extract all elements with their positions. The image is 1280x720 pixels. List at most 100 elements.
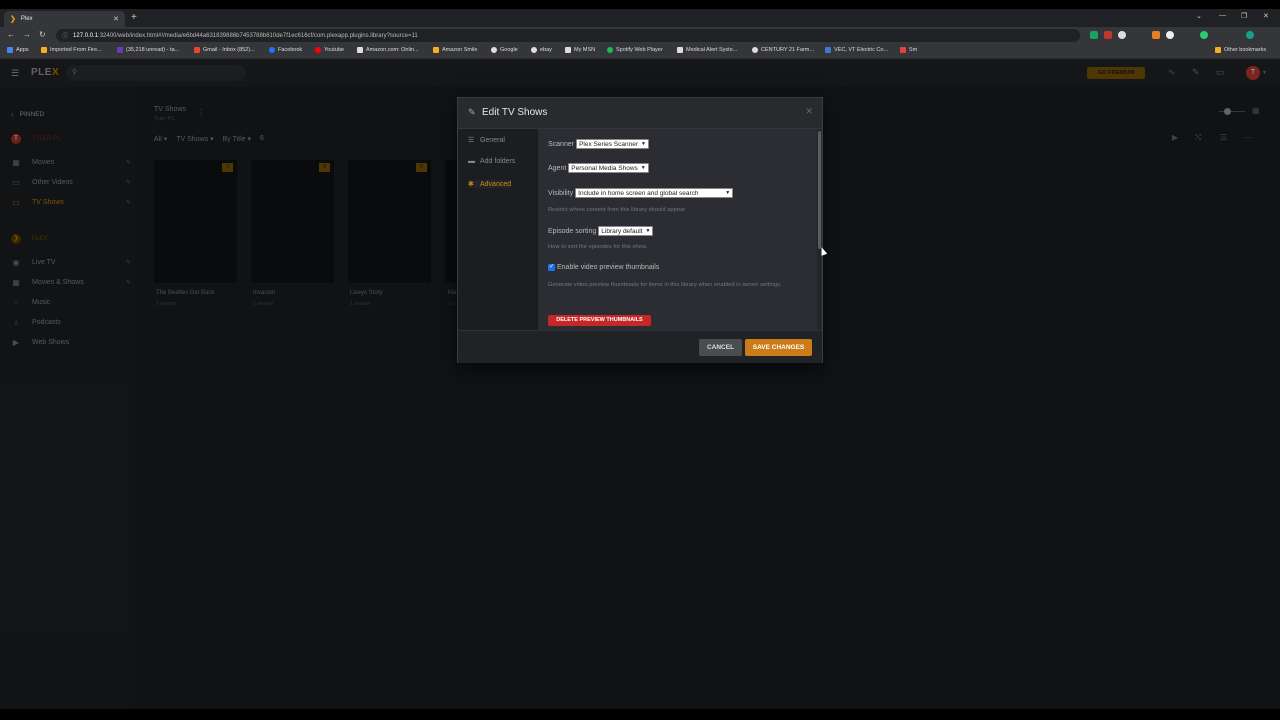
bookmark[interactable]: Amazon Smile xyxy=(433,47,477,53)
browser-toolbar: ← → ↻ ⓘ 127.0.0.1 :32400/web/index.html#… xyxy=(0,27,1280,44)
info-icon[interactable]: ⓘ xyxy=(62,31,68,40)
extension-icon[interactable] xyxy=(1104,31,1112,39)
address-bar[interactable]: ⓘ 127.0.0.1 :32400/web/index.html#!/medi… xyxy=(56,29,1080,42)
episode-sorting-row: Episode sorting Library default ▼ xyxy=(548,226,654,236)
tab-close-icon[interactable]: ✕ xyxy=(113,15,119,23)
bookmark[interactable]: Gmail - Inbox (852)... xyxy=(194,47,255,53)
modal-body: Scanner Plex Series Scanner ▼ Agent Perso… xyxy=(538,129,822,330)
visibility-label: Visibility xyxy=(548,189,574,197)
bookmark[interactable]: My MSN xyxy=(565,47,595,53)
modal-footer: CANCEL SAVE CHANGES xyxy=(458,330,822,363)
forward-icon[interactable]: → xyxy=(23,30,31,39)
folder-icon xyxy=(41,47,47,53)
vec-icon xyxy=(825,47,831,53)
scanner-label: Scanner xyxy=(548,140,575,148)
back-icon[interactable]: ← xyxy=(7,30,15,39)
modal-title: Edit TV Shows xyxy=(482,107,548,118)
bookmark[interactable]: Imported From Fire... xyxy=(41,47,102,53)
episode-sorting-select[interactable]: Library default ▼ xyxy=(598,226,654,236)
bookmark[interactable]: Apps xyxy=(7,47,29,53)
bookmark[interactable]: Amazon.com: Onlin... xyxy=(357,47,419,53)
bookmark[interactable]: Sm xyxy=(900,47,917,53)
extension-icon[interactable] xyxy=(1090,31,1098,39)
close-icon[interactable]: ✕ xyxy=(805,106,813,117)
thumbnails-checkbox[interactable]: ✓ xyxy=(548,264,555,271)
bookmark[interactable]: Medical Alert Syste... xyxy=(677,47,737,53)
chevron-down-icon: ▼ xyxy=(645,227,651,234)
modal-header: ✎ Edit TV Shows ✕ xyxy=(458,98,822,129)
youtube-icon xyxy=(315,47,321,53)
tab-search-icon[interactable]: ⌄ xyxy=(1196,12,1202,20)
tab-advanced[interactable]: ✱ Advanced xyxy=(468,180,512,188)
medical-alert-icon xyxy=(677,47,683,53)
thumbnails-help: Generate video preview thumbnails for it… xyxy=(548,282,782,288)
apps-icon xyxy=(7,47,13,53)
bookmark[interactable]: Spotify Web Player xyxy=(607,47,663,53)
gear-icon: ✱ xyxy=(468,181,474,188)
close-window-icon[interactable]: ✕ xyxy=(1263,12,1269,20)
bookmark[interactable]: VEC, VT Electric Co... xyxy=(825,47,888,53)
modal-nav: ☰ General ▬ Add folders ✱ Advanced xyxy=(458,129,538,330)
agent-label: Agent xyxy=(548,164,567,172)
thumbnails-row: ✓ Enable video preview thumbnails xyxy=(548,264,659,271)
chevron-down-icon: ▼ xyxy=(725,189,731,196)
ebay-icon xyxy=(531,47,537,53)
episode-sorting-help: How to sort the episodes for this show. xyxy=(548,244,648,250)
episode-sorting-label: Episode sorting xyxy=(548,227,597,235)
profile-icon[interactable] xyxy=(1246,31,1254,39)
browser-window: ❯ Plex ✕ + ⌄ — ❐ ✕ ← → ↻ ⓘ 127.0.0.1 :32… xyxy=(0,9,1280,709)
restore-icon[interactable]: ❐ xyxy=(1241,12,1247,20)
spotify-icon xyxy=(607,47,613,53)
extension-icon[interactable] xyxy=(1200,31,1208,39)
scrollbar-thumb[interactable] xyxy=(818,131,821,249)
yahoo-icon xyxy=(117,47,123,53)
visibility-row: Visibility Include in home screen and gl… xyxy=(548,188,734,198)
other-bookmarks[interactable]: Other bookmarks xyxy=(1215,47,1266,53)
save-changes-button[interactable]: SAVE CHANGES xyxy=(745,339,812,356)
reload-icon[interactable]: ↻ xyxy=(39,30,46,39)
msn-icon xyxy=(565,47,571,53)
bookmark[interactable]: Google xyxy=(491,47,518,53)
agent-select[interactable]: Personal Media Shows ▼ xyxy=(568,163,649,173)
century21-icon xyxy=(752,47,758,53)
google-icon xyxy=(491,47,497,53)
extension-icon[interactable] xyxy=(1166,31,1174,39)
minimize-icon[interactable]: — xyxy=(1219,12,1226,19)
browser-tab[interactable]: ❯ Plex ✕ xyxy=(4,11,125,27)
sm-icon xyxy=(900,47,906,53)
bookmark[interactable]: Facebook xyxy=(269,47,302,53)
new-tab-icon[interactable]: + xyxy=(131,12,137,23)
extension-icon[interactable] xyxy=(1152,31,1160,39)
plex-favicon-icon: ❯ xyxy=(10,16,16,23)
agent-row: Agent Personal Media Shows ▼ xyxy=(548,163,649,173)
folder-icon xyxy=(1215,47,1221,53)
list-icon: ☰ xyxy=(468,137,475,144)
pencil-icon: ✎ xyxy=(468,107,476,117)
amazon-icon xyxy=(357,47,363,53)
chevron-down-icon: ▼ xyxy=(640,140,646,147)
bookmark[interactable]: (35,218 unread) - ta... xyxy=(117,47,179,53)
tab-add-folders[interactable]: ▬ Add folders xyxy=(468,158,515,165)
tab-title: Plex xyxy=(20,16,33,22)
delete-preview-thumbnails-button[interactable]: DELETE PREVIEW THUMBNAILS xyxy=(548,315,651,326)
bookmark[interactable]: ebay xyxy=(531,47,552,53)
edit-library-modal: ✎ Edit TV Shows ✕ ☰ General ▬ Add folder… xyxy=(457,97,823,363)
chevron-down-icon: ▼ xyxy=(640,164,646,171)
visibility-select[interactable]: Include in home screen and global search… xyxy=(575,188,734,198)
thumbnails-label: Enable video preview thumbnails xyxy=(557,264,660,271)
tab-strip: ❯ Plex ✕ + ⌄ — ❐ ✕ xyxy=(0,9,1280,27)
gmail-icon xyxy=(194,47,200,53)
scanner-row: Scanner Plex Series Scanner ▼ xyxy=(548,139,649,149)
bookmark[interactable]: CENTURY 21 Farm... xyxy=(752,47,814,53)
bookmarks-bar: Apps Imported From Fire... (35,218 unrea… xyxy=(0,44,1280,59)
tab-general[interactable]: ☰ General xyxy=(468,136,505,145)
url-host: 127.0.0.1 xyxy=(73,32,99,39)
bookmark[interactable]: Youtube xyxy=(315,47,344,53)
extension-icon[interactable] xyxy=(1118,31,1126,39)
scanner-select[interactable]: Plex Series Scanner ▼ xyxy=(576,139,649,149)
visibility-help: Restrict where content from this library… xyxy=(548,207,687,213)
cancel-button[interactable]: CANCEL xyxy=(699,339,742,356)
facebook-icon xyxy=(269,47,275,53)
folder-icon: ▬ xyxy=(468,158,475,165)
url-path: :32400/web/index.html#!/media/e6bd44a631… xyxy=(98,32,418,39)
